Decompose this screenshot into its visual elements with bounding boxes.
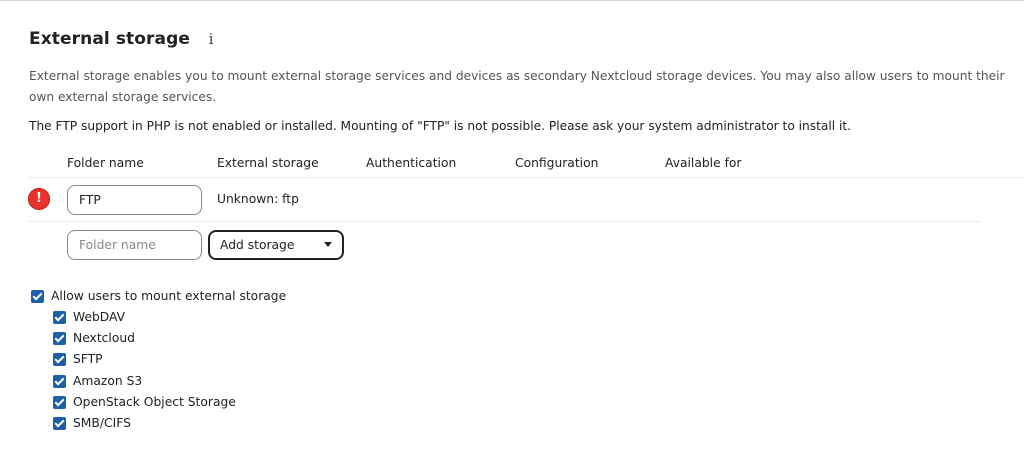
backend-checkbox[interactable] xyxy=(53,352,66,366)
column-folder-name: Folder name xyxy=(67,156,144,170)
column-external-storage: External storage xyxy=(217,156,319,170)
backend-label: Nextcloud xyxy=(73,331,135,345)
mounts-table-header: Folder name External storage Authenticat… xyxy=(0,156,1024,174)
ftp-warning: The FTP support in PHP is not enabled or… xyxy=(29,119,852,133)
backend-label: WebDAV xyxy=(73,310,126,324)
allow-user-mounting-option[interactable]: Allow users to mount external storage xyxy=(31,288,286,304)
mount-storage-type: Unknown: ftp xyxy=(217,192,299,206)
backend-checkbox[interactable] xyxy=(53,374,66,388)
backend-checkbox[interactable] xyxy=(53,331,66,345)
row-divider xyxy=(29,221,981,222)
section-title: External storage xyxy=(29,29,191,49)
header-divider xyxy=(29,177,1024,178)
section-description: External storage enables you to mount ex… xyxy=(29,69,1005,104)
column-authentication: Authentication xyxy=(366,156,457,170)
section-heading: External storage i xyxy=(29,29,218,49)
add-storage-select[interactable]: Add storage xyxy=(208,230,344,260)
add-storage-label: Add storage xyxy=(220,238,295,252)
new-folder-name-input[interactable] xyxy=(67,230,202,260)
mount-folder-name-input[interactable] xyxy=(67,185,202,215)
backend-option-smb-cifs[interactable]: SMB/CIFS xyxy=(53,415,131,431)
backend-checkbox[interactable] xyxy=(53,416,66,430)
allow-user-mounting-checkbox[interactable] xyxy=(31,289,44,303)
column-configuration: Configuration xyxy=(515,156,599,170)
backend-label: Amazon S3 xyxy=(73,374,143,388)
backend-label: SMB/CIFS xyxy=(73,416,131,430)
external-storage-section: External storage i External storage enab… xyxy=(0,0,1024,455)
backend-label: SFTP xyxy=(73,352,103,366)
column-available-for: Available for xyxy=(665,156,742,170)
backend-checkbox[interactable] xyxy=(53,310,66,324)
backend-label: OpenStack Object Storage xyxy=(73,395,236,409)
allow-user-mounting-label: Allow users to mount external storage xyxy=(51,289,287,303)
backend-option-sftp[interactable]: SFTP xyxy=(53,351,103,367)
backend-checkbox[interactable] xyxy=(53,395,66,409)
backend-option-webdav[interactable]: WebDAV xyxy=(53,309,125,325)
info-icon[interactable]: i xyxy=(204,30,218,48)
backend-option-amazon-s3[interactable]: Amazon S3 xyxy=(53,373,142,389)
error-icon[interactable]: ! xyxy=(28,188,50,210)
backend-option-openstack[interactable]: OpenStack Object Storage xyxy=(53,394,236,410)
chevron-down-icon xyxy=(324,242,332,247)
backend-option-nextcloud[interactable]: Nextcloud xyxy=(53,330,135,346)
